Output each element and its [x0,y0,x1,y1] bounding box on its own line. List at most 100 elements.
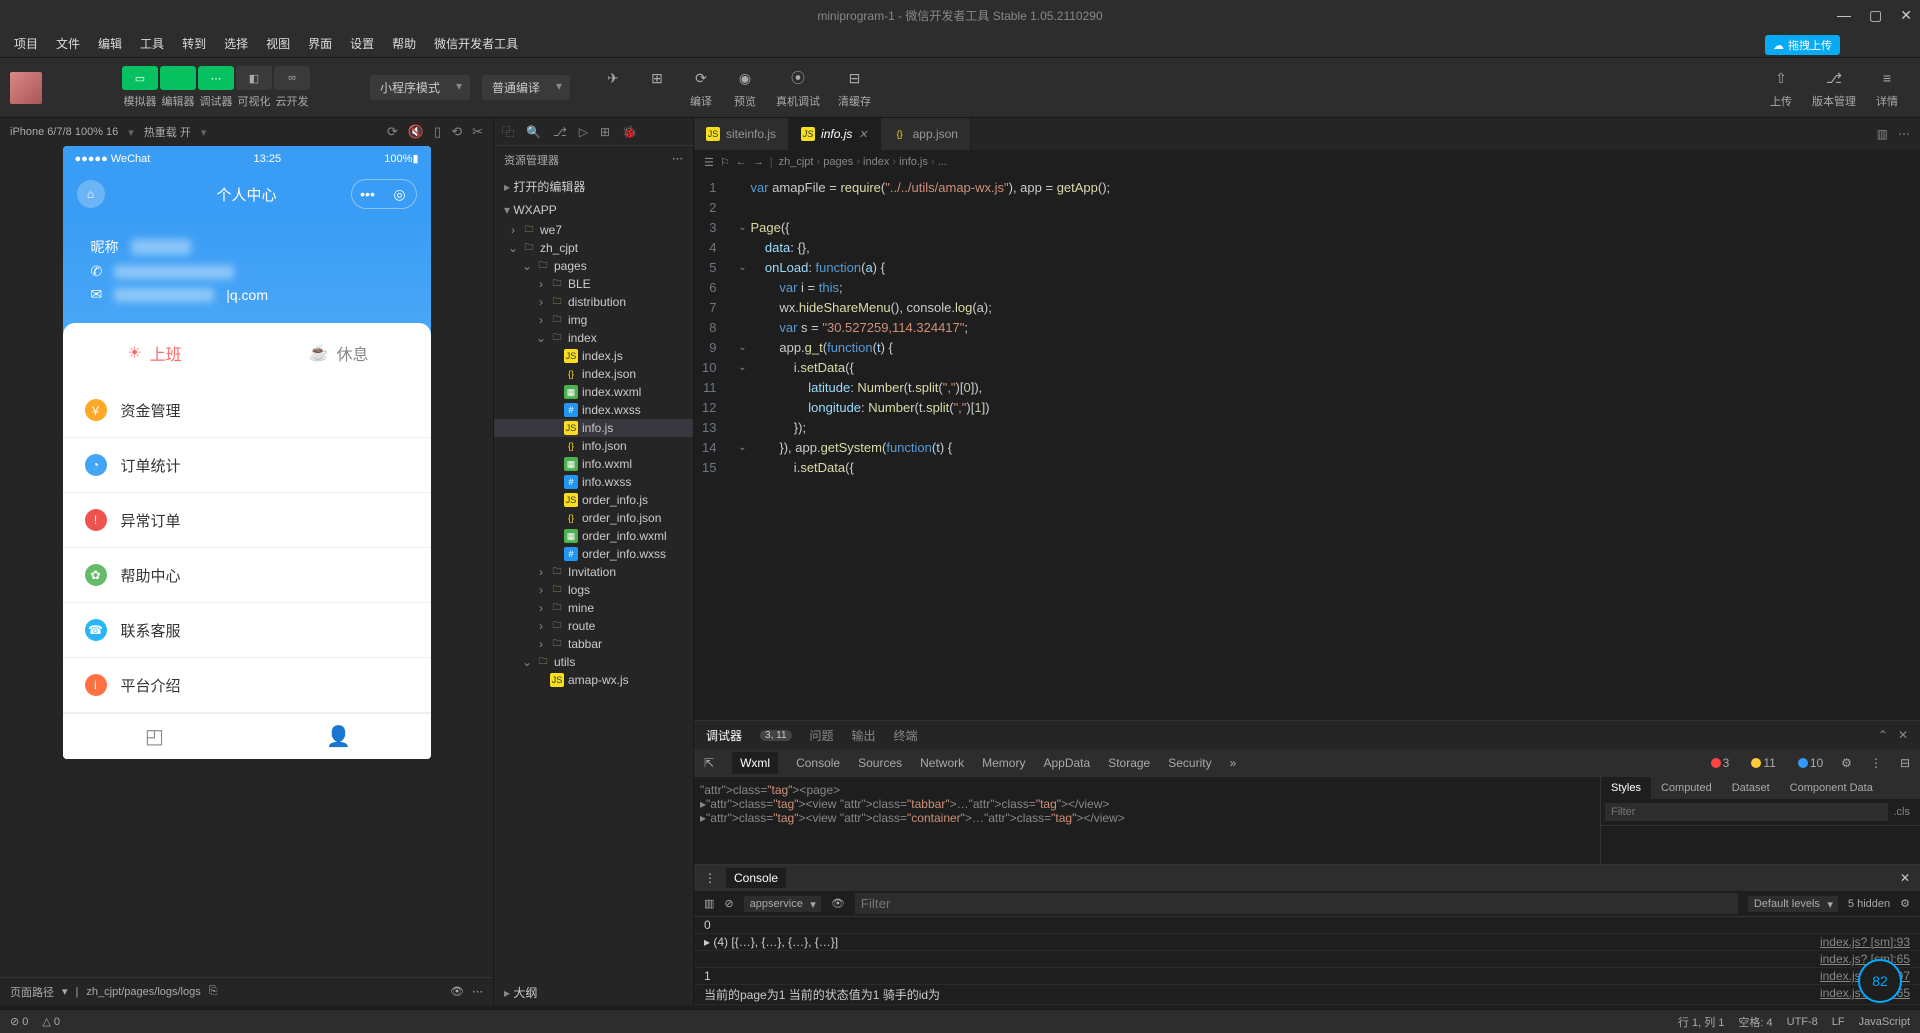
tabbar-home-icon[interactable]: ◰ [63,724,247,749]
folder-node[interactable]: ›🗀img [494,311,693,329]
menu-item[interactable]: !异常订单 [63,493,431,548]
tab-compdata[interactable]: Component Data [1780,777,1883,799]
mode-btn[interactable]: ∞ [274,66,310,90]
mute-icon[interactable]: 🔇 [408,124,424,140]
file-node[interactable]: JSinfo.js [494,419,693,437]
search-icon[interactable]: 🔍 [526,125,541,139]
maximize-icon[interactable]: ▢ [1869,7,1882,24]
device-icon[interactable]: ▯ [434,124,441,140]
more-icon[interactable]: ⋯ [672,152,683,168]
menu-编辑[interactable]: 编辑 [90,32,130,55]
gear-icon[interactable]: ⚙ [1900,897,1910,910]
refresh-icon[interactable]: ⟳ [387,124,398,140]
levels-select[interactable]: Default levels [1748,896,1838,912]
console-output[interactable]: 0▸ (4) [{…}, {…}, {…}, {…}]index.js? [sm… [694,917,1920,1005]
tab-output[interactable]: 输出 [852,727,876,744]
file-node[interactable]: ▦index.wxml [494,383,693,401]
project-mode-select[interactable]: 小程序模式 [370,75,470,100]
file-node[interactable]: ▦info.wxml [494,455,693,473]
avatar[interactable] [10,72,42,104]
file-node[interactable]: {}order_info.json [494,509,693,527]
folder-node[interactable]: ›🗀distribution [494,293,693,311]
more-icon[interactable]: ⋮ [704,871,716,885]
split-icon[interactable]: ▥ [1877,127,1888,141]
encoding[interactable]: UTF-8 [1787,1016,1818,1028]
gear-icon[interactable]: ⚙ [1841,756,1852,770]
menu-工具[interactable]: 工具 [132,32,172,55]
styles-filter-input[interactable] [1605,803,1888,821]
folder-node[interactable]: ⌄🗀pages [494,257,693,275]
menu-item[interactable]: ￥资金管理 [63,383,431,438]
file-node[interactable]: JSindex.js [494,347,693,365]
tab-wxml[interactable]: Wxml [732,752,778,774]
indent-info[interactable]: 空格: 4 [1738,1014,1772,1030]
file-node[interactable]: {}info.json [494,437,693,455]
chevron-up-icon[interactable]: ⌃ [1878,728,1888,742]
tb-预览[interactable]: ◉ [732,66,758,90]
file-node[interactable]: #info.wxss [494,473,693,491]
hotreload-toggle[interactable]: 热重载 开 [144,124,191,140]
minimize-icon[interactable]: — [1837,7,1851,24]
mode-btn[interactable]: ◧ [236,66,272,90]
device-select[interactable]: iPhone 6/7/8 100% 16 [10,126,118,138]
compile-mode-select[interactable]: 普通编译 [482,75,570,100]
tab-computed[interactable]: Computed [1651,777,1722,799]
error-count[interactable]: 3 [1711,756,1730,770]
list-icon[interactable]: ☰ [704,156,714,169]
menu-item[interactable]: i平台介绍 [63,658,431,713]
more-icon[interactable]: ⋯ [1898,127,1910,141]
dock-icon[interactable]: ⊟ [1900,756,1910,770]
tab-terminal[interactable]: 终端 [894,727,918,744]
file-node[interactable]: {}index.json [494,365,693,383]
back-icon[interactable]: ← [736,156,747,168]
tb-上传[interactable]: ⇧ [1768,66,1794,90]
info-count[interactable]: 10 [1798,756,1823,770]
tab-memory[interactable]: Memory [982,756,1025,770]
speed-indicator[interactable]: 82 [1858,959,1902,1003]
menu-项目[interactable]: 项目 [6,32,46,55]
tb-版本管理[interactable]: ⎇ [1821,66,1847,90]
mode-btn[interactable]: ▭ [122,66,158,90]
tab-styles[interactable]: Styles [1601,777,1651,799]
branch-icon[interactable]: ⎇ [553,125,567,139]
code-area[interactable]: 123456789101112131415 ⌄⌄⌄⌄⌄ var amapFile… [694,174,1920,720]
close-icon[interactable]: ✕ [1900,871,1910,885]
menu-文件[interactable]: 文件 [48,32,88,55]
exp-section[interactable]: WXAPP [494,199,693,221]
eol[interactable]: LF [1832,1016,1845,1028]
editor-tab[interactable]: {}app.json [881,118,971,150]
menu-转到[interactable]: 转到 [174,32,214,55]
exp-section[interactable]: 打开的编辑器 [494,174,693,199]
work-tab[interactable]: ☀上班 [63,341,247,365]
more-tabs-icon[interactable]: » [1230,756,1237,770]
folder-node[interactable]: ›🗀route [494,617,693,635]
tab-debugger[interactable]: 调试器 [706,727,742,744]
folder-node[interactable]: ⌄🗀index [494,329,693,347]
tb-编译[interactable]: ⟳ [688,66,714,90]
outline-section[interactable]: 大纲 [494,980,693,1005]
copy-icon[interactable]: ⎘ [209,985,218,998]
file-node[interactable]: #order_info.wxss [494,545,693,563]
fwd-icon[interactable]: → [753,156,764,168]
context-select[interactable]: appservice [744,896,821,912]
file-node[interactable]: JSorder_info.js [494,491,693,509]
bookmark-icon[interactable]: ⚐ [720,156,730,169]
files-icon[interactable]: ⿻ [502,123,514,140]
more-icon[interactable]: ⋯ [472,985,483,998]
rotate-icon[interactable]: ⟲ [451,124,462,140]
tb-icon[interactable]: ⊞ [644,66,670,90]
upload-badge[interactable]: ☁ 拖拽上传 [1765,35,1840,55]
file-node[interactable]: ▦order_info.wxml [494,527,693,545]
live-icon[interactable]: 👁 [831,897,845,910]
cursor-pos[interactable]: 行 1, 列 1 [1678,1014,1724,1030]
tb-icon[interactable]: ✈ [600,66,626,90]
bug-icon[interactable]: 🐞 [622,125,637,139]
tab-console[interactable]: Console [796,756,840,770]
menu-item[interactable]: ☎联系客服 [63,603,431,658]
tab-sources[interactable]: Sources [858,756,902,770]
menu-帮助[interactable]: 帮助 [384,32,424,55]
menu-item[interactable]: ◔订单统计 [63,438,431,493]
more-icon[interactable]: ⋮ [1870,756,1882,770]
tabbar-user-icon[interactable]: 👤 [247,724,431,749]
folder-node[interactable]: ›🗀we7 [494,221,693,239]
